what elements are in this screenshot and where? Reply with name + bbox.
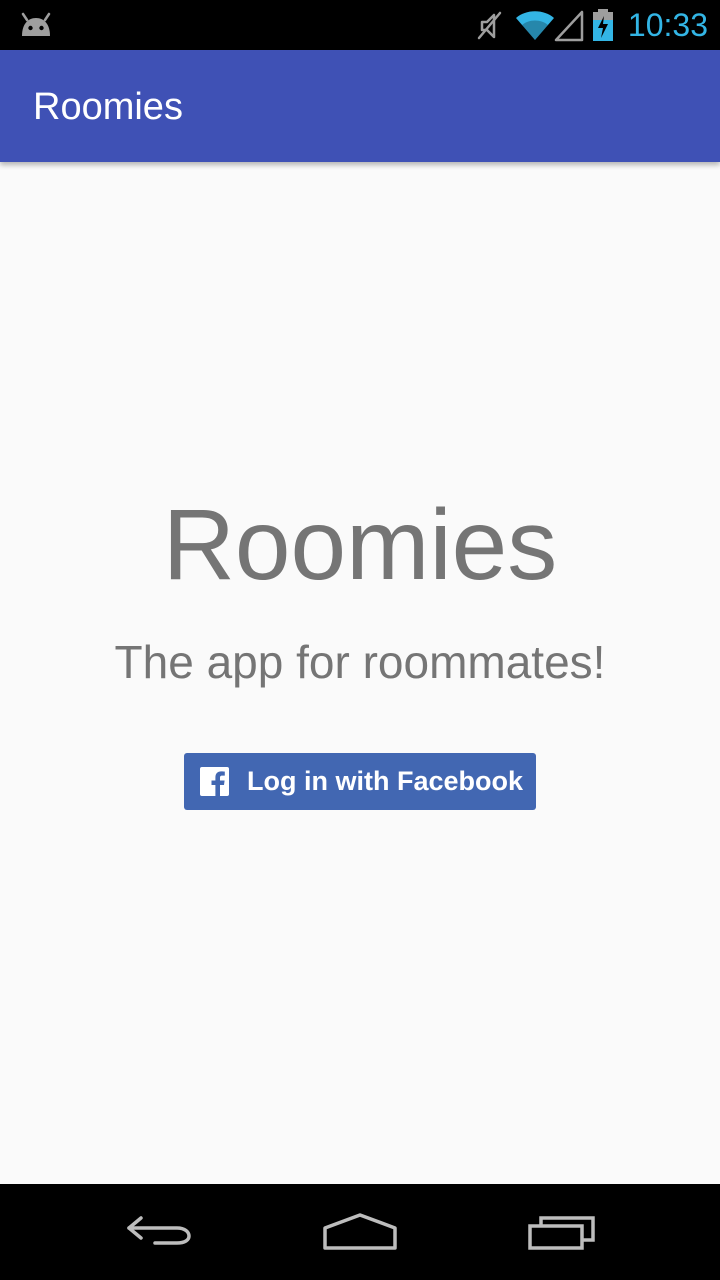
- signal-icon: [554, 10, 584, 42]
- hero-subtitle: The app for roommates!: [114, 636, 606, 688]
- navigation-bar: [0, 1184, 720, 1280]
- android-icon: [21, 12, 51, 36]
- battery-charging-icon: [593, 9, 613, 41]
- facebook-login-label: Log in with Facebook: [247, 766, 523, 796]
- back-icon: [127, 1216, 191, 1245]
- status-clock: 10:33: [627, 7, 708, 43]
- home-button[interactable]: [315, 1202, 405, 1262]
- recents-button[interactable]: [517, 1202, 607, 1262]
- back-button[interactable]: [115, 1202, 205, 1262]
- hero-title: Roomies: [162, 489, 558, 601]
- mute-icon: [477, 11, 502, 40]
- app-bar: Roomies: [0, 50, 720, 162]
- recents-icon: [528, 1216, 595, 1250]
- facebook-login-button[interactable]: Log in with Facebook: [184, 753, 536, 810]
- wifi-icon: [516, 11, 554, 40]
- main-content: Roomies The app for roommates! Log in wi…: [0, 162, 720, 1184]
- facebook-icon: [200, 767, 229, 796]
- status-bar: 10:33: [0, 0, 720, 50]
- home-icon: [323, 1213, 397, 1250]
- app-bar-title: Roomies: [33, 86, 183, 128]
